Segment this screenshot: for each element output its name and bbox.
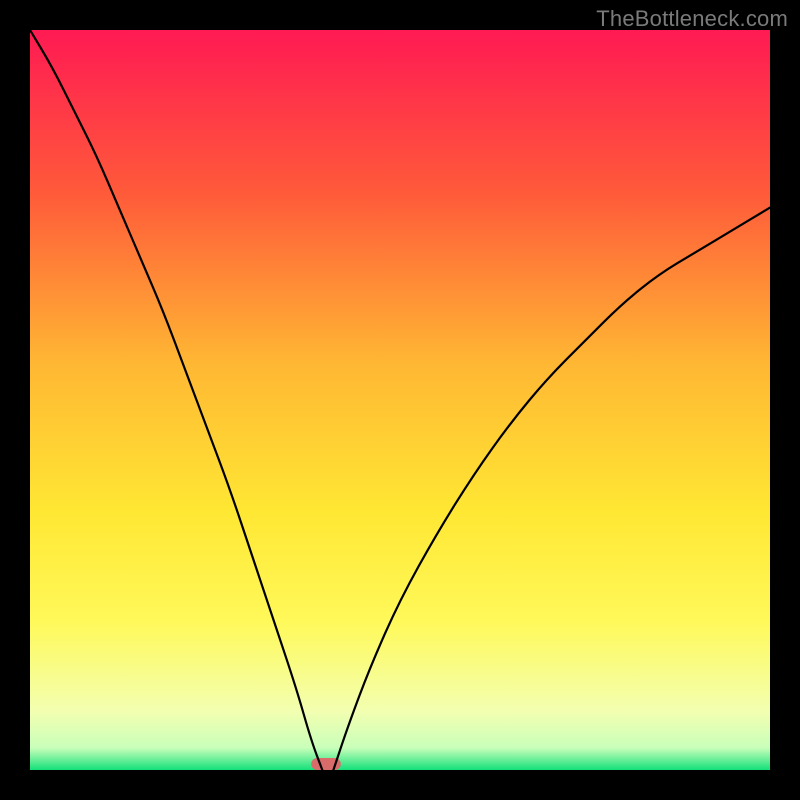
plot-area <box>30 30 770 770</box>
gradient-background <box>30 30 770 770</box>
watermark-text: TheBottleneck.com <box>596 6 788 32</box>
chart-frame: TheBottleneck.com <box>0 0 800 800</box>
chart-svg <box>30 30 770 770</box>
